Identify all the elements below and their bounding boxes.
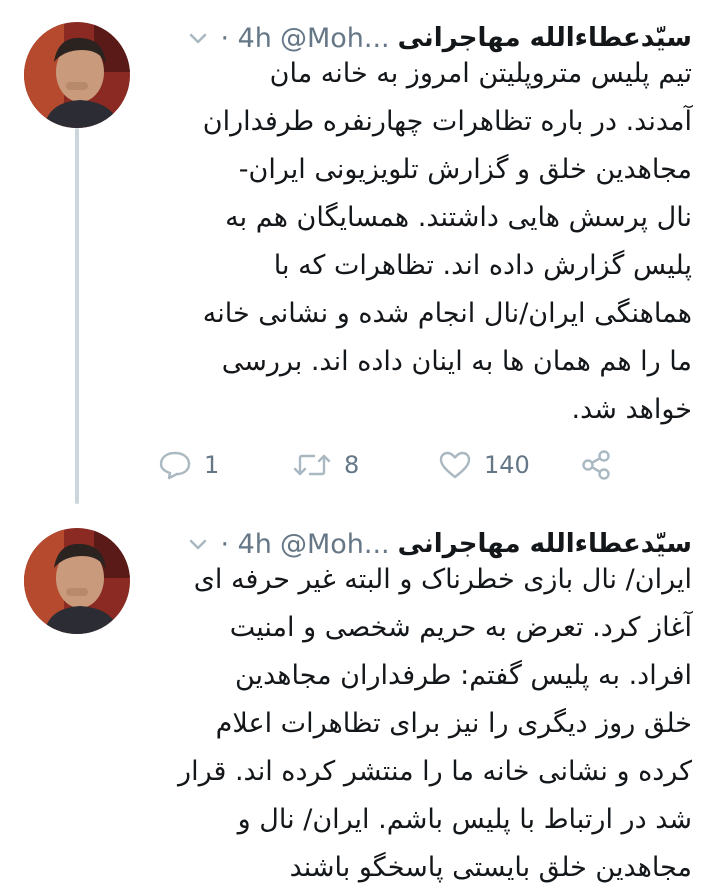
retweet-icon [293, 454, 331, 476]
tweet-time[interactable]: · 4h [220, 529, 271, 560]
reply-count: 1 [204, 451, 220, 479]
author-handle[interactable]: @Moh... [280, 529, 390, 560]
tweet-text: ایران/ نال بازی خطرناک و البته غیر حرفه … [178, 564, 692, 883]
chevron-down-icon[interactable] [184, 24, 212, 52]
reply-icon [159, 451, 191, 480]
like-icon [439, 451, 471, 479]
thread-connector-line [75, 128, 79, 504]
like-count: 140 [484, 451, 530, 479]
tweet-actions: 1 8 140 [150, 440, 630, 490]
like-button[interactable]: 140 [438, 440, 530, 490]
avatar[interactable] [24, 528, 130, 634]
avatar[interactable] [24, 22, 130, 128]
reply-button[interactable]: 1 [158, 440, 219, 490]
share-button[interactable] [580, 440, 612, 490]
chevron-down-icon[interactable] [184, 530, 212, 558]
avatar-photo [24, 528, 130, 634]
tweet-text: تیم پلیس متروپلیتن امروز به خانه مان آمد… [202, 58, 692, 425]
tweet-time[interactable]: · 4h [220, 23, 271, 54]
retweet-count: 8 [344, 451, 360, 479]
share-icon [582, 450, 610, 480]
author-name[interactable]: سیّدعطاءالله مهاجرانی [398, 23, 692, 53]
author-handle[interactable]: @Moh... [280, 23, 390, 54]
author-name[interactable]: سیّدعطاءالله مهاجرانی [398, 529, 692, 559]
avatar-photo [24, 22, 130, 128]
retweet-button[interactable]: 8 [292, 440, 359, 490]
